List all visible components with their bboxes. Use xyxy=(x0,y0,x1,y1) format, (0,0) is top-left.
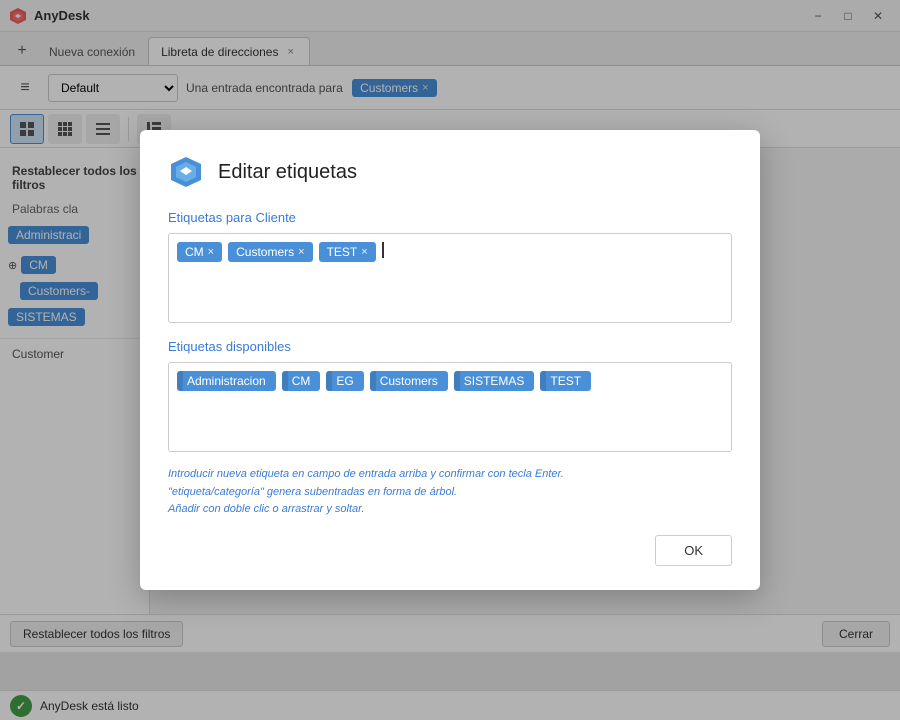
tag-test-close[interactable]: × xyxy=(361,246,367,258)
available-tag-customers[interactable]: Customers xyxy=(370,371,448,391)
current-tags-label: Etiquetas para Cliente xyxy=(168,210,732,225)
tag-cm-label: CM xyxy=(185,245,204,259)
current-tag-cm[interactable]: CM × xyxy=(177,242,222,262)
modal-header: Editar etiquetas xyxy=(168,154,732,190)
tag-cm-close[interactable]: × xyxy=(208,246,214,258)
available-tags-area: Administracion CM EG Customers SISTEMAS … xyxy=(168,362,732,452)
current-tag-test[interactable]: TEST × xyxy=(319,242,376,262)
modal-overlay: Editar etiquetas Etiquetas para Cliente … xyxy=(0,0,900,720)
tag-test-label: TEST xyxy=(327,245,358,259)
current-tag-customers[interactable]: Customers × xyxy=(228,242,312,262)
available-tag-test[interactable]: TEST xyxy=(540,371,591,391)
edit-tags-modal: Editar etiquetas Etiquetas para Cliente … xyxy=(140,130,760,590)
modal-footer: OK xyxy=(168,535,732,566)
available-tag-administracion[interactable]: Administracion xyxy=(177,371,276,391)
current-tags-input-area[interactable]: CM × Customers × TEST × xyxy=(168,233,732,323)
modal-logo-icon xyxy=(168,154,204,190)
tag-customers-label: Customers xyxy=(236,245,294,259)
available-tag-eg[interactable]: EG xyxy=(326,371,363,391)
text-cursor xyxy=(382,242,384,258)
tag-customers-close[interactable]: × xyxy=(298,246,304,258)
available-tag-cm[interactable]: CM xyxy=(282,371,321,391)
modal-hint: Introducir nueva etiqueta en campo de en… xyxy=(168,466,732,519)
available-tags-label: Etiquetas disponibles xyxy=(168,339,732,354)
available-tag-sistemas[interactable]: SISTEMAS xyxy=(454,371,535,391)
ok-button[interactable]: OK xyxy=(655,535,732,566)
modal-title: Editar etiquetas xyxy=(218,161,357,184)
